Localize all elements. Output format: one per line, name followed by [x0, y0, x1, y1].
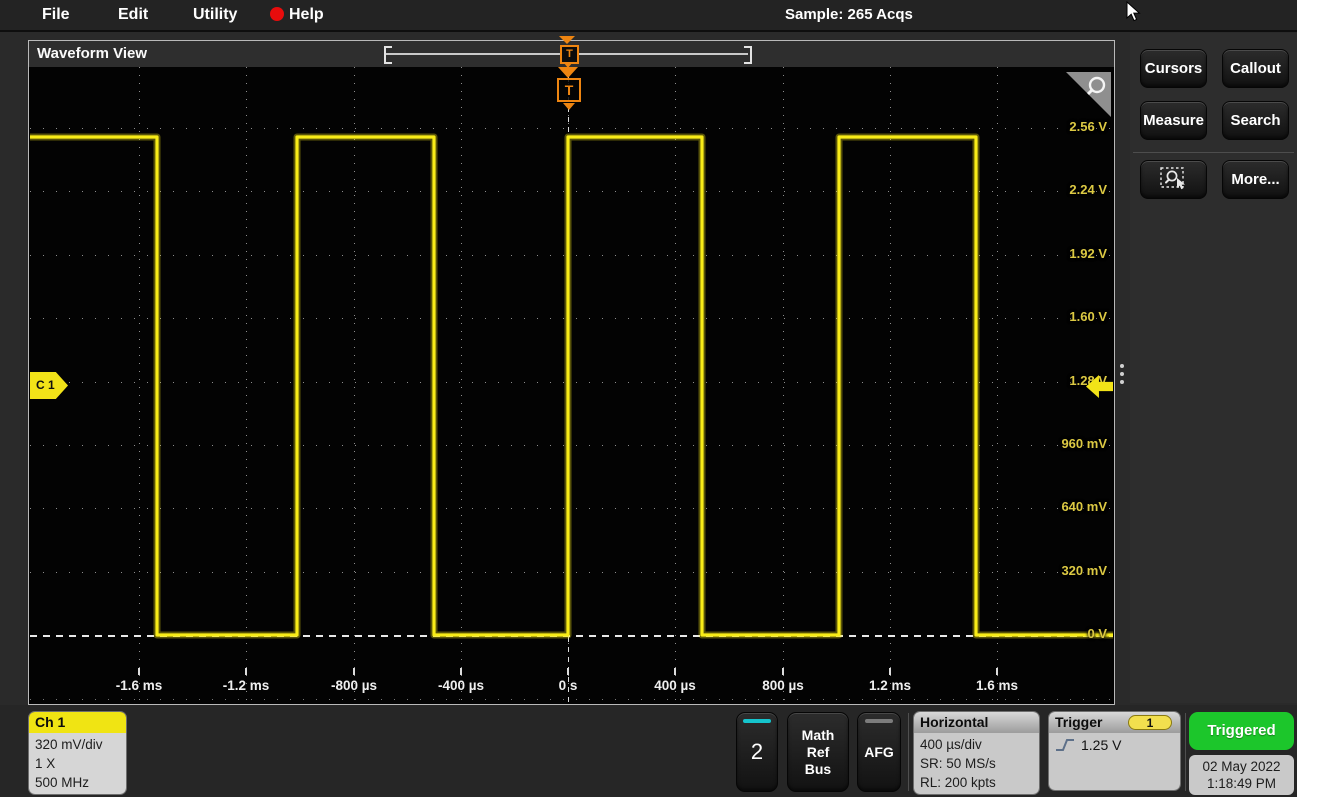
- panel-splitter-handle[interactable]: [1117, 360, 1127, 396]
- time-axis-label: 1.6 ms: [952, 678, 1042, 693]
- trigger-flag-label: T: [565, 82, 574, 98]
- channel1-waveform-trace: [30, 67, 1113, 704]
- trigger-badge-title: Trigger: [1055, 714, 1102, 730]
- horizontal-badge[interactable]: Horizontal 400 µs/div SR: 50 MS/s RL: 20…: [913, 711, 1040, 795]
- time-axis-tick: [996, 668, 998, 675]
- time-axis-label: 800 µs: [738, 678, 828, 693]
- channel1-bandwidth: 500 MHz: [35, 773, 120, 792]
- horizontal-sample-rate: SR: 50 MS/s: [920, 754, 1033, 773]
- menu-edit[interactable]: Edit: [118, 0, 148, 30]
- voltage-axis-label: 960 mV: [1027, 436, 1107, 451]
- menu-bar: File Edit Utility Help Sample: 265 Acqs: [0, 0, 1297, 32]
- channel1-badge-title: Ch 1: [29, 712, 126, 733]
- afg-accent-bar: [865, 719, 893, 723]
- rising-edge-icon: [1055, 737, 1075, 753]
- horizontal-badge-title: Horizontal: [914, 712, 1039, 733]
- trigger-flag-triangle-icon: [558, 67, 578, 78]
- datetime-badge: 02 May 2022 1:18:49 PM: [1189, 755, 1294, 795]
- channel1-badge[interactable]: Ch 1 320 mV/div 1 X 500 MHz: [28, 711, 127, 795]
- voltage-axis-label: 0 V: [1027, 626, 1107, 641]
- mouse-cursor: [1126, 1, 1142, 23]
- date-label: 02 May 2022: [1202, 758, 1280, 775]
- channel1-probe: 1 X: [35, 754, 120, 773]
- menu-help-label: Help: [289, 6, 324, 23]
- math-label: Math: [802, 727, 835, 744]
- trigger-position-indicator-label: T: [566, 48, 573, 60]
- channel2-button-label: 2: [751, 739, 763, 765]
- voltage-axis-label: 2.24 V: [1027, 182, 1107, 197]
- time-label: 1:18:49 PM: [1207, 775, 1276, 792]
- ref-label: Ref: [807, 744, 830, 761]
- trigger-badge[interactable]: Trigger 1 1.25 V: [1048, 711, 1181, 791]
- time-axis-label: -400 µs: [416, 678, 506, 693]
- search-button[interactable]: Search: [1222, 101, 1289, 140]
- trigger-level-value: 1.25 V: [1081, 737, 1121, 753]
- trigger-flag-tail-icon: [563, 103, 575, 110]
- settings-bar: Ch 1 320 mV/div 1 X 500 MHz 2 Math Ref B…: [0, 705, 1297, 797]
- time-axis-tick: [782, 668, 784, 675]
- acquisition-sample-status: Sample: 265 Acqs: [785, 0, 913, 30]
- afg-button-label: AFG: [864, 744, 894, 760]
- time-axis-tick: [245, 668, 247, 675]
- time-axis-label: -800 µs: [309, 678, 399, 693]
- menu-utility[interactable]: Utility: [193, 0, 237, 30]
- voltage-axis-label: 640 mV: [1027, 499, 1107, 514]
- waveform-view-panel: Waveform View T -1.6 ms -1.2 ms -800 µs -40…: [28, 40, 1115, 705]
- cursors-button[interactable]: Cursors: [1140, 49, 1207, 88]
- time-axis-tick: [674, 668, 676, 675]
- menu-file[interactable]: File: [42, 0, 70, 30]
- waveform-plot-area[interactable]: -1.6 ms -1.2 ms -800 µs -400 µs 0 s 400 µs 800…: [30, 67, 1113, 704]
- channel2-accent-bar: [743, 719, 771, 723]
- trigger-source-pill: 1: [1128, 715, 1172, 730]
- math-ref-bus-button[interactable]: Math Ref Bus: [787, 712, 849, 792]
- more-button[interactable]: More...: [1222, 160, 1289, 199]
- time-axis-tick: [353, 668, 355, 675]
- time-axis-tick: [567, 668, 569, 675]
- trigger-position-triangle-icon: [559, 36, 575, 44]
- screen: File Edit Utility Help Sample: 265 Acqs …: [0, 0, 1330, 808]
- waveform-view-header: Waveform View T: [29, 41, 1114, 67]
- menu-help[interactable]: Help: [270, 0, 324, 30]
- bar-divider: [908, 713, 909, 791]
- bar-divider: [1185, 713, 1186, 791]
- time-axis-label: 0 s: [523, 678, 613, 693]
- time-axis-tick: [460, 668, 462, 675]
- horizontal-scale: 400 µs/div: [920, 735, 1033, 754]
- oscilloscope-app: File Edit Utility Help Sample: 265 Acqs …: [0, 0, 1297, 797]
- record-view-left-bracket-icon: [384, 46, 392, 64]
- trigger-position-indicator[interactable]: T: [560, 45, 579, 64]
- afg-button[interactable]: AFG: [857, 712, 901, 792]
- toolbar-divider: [1133, 152, 1294, 153]
- channel2-button[interactable]: 2: [736, 712, 778, 792]
- voltage-axis-label: 320 mV: [1027, 563, 1107, 578]
- channel1-scale: 320 mV/div: [35, 735, 120, 754]
- record-dot-icon: [270, 7, 284, 21]
- trigger-flag[interactable]: T: [557, 78, 581, 102]
- bus-label: Bus: [805, 761, 831, 778]
- time-axis-label: 1.2 ms: [845, 678, 935, 693]
- record-view-right-bracket-icon: [744, 46, 752, 64]
- voltage-axis-label: 1.60 V: [1027, 309, 1107, 324]
- voltage-axis-label: 1.92 V: [1027, 246, 1107, 261]
- zoom-select-icon: [1159, 166, 1189, 190]
- measure-button[interactable]: Measure: [1140, 101, 1207, 140]
- time-axis-tick: [138, 668, 140, 675]
- callout-button[interactable]: Callout: [1222, 49, 1289, 88]
- voltage-axis-label: 2.56 V: [1027, 119, 1107, 134]
- time-axis-label: -1.6 ms: [94, 678, 184, 693]
- zoom-mode-button[interactable]: [1140, 160, 1207, 199]
- horizontal-record-length: RL: 200 kpts: [920, 773, 1033, 792]
- trigger-status-badge: Triggered: [1189, 712, 1294, 750]
- time-axis-label: -1.2 ms: [201, 678, 291, 693]
- time-axis-label: 400 µs: [630, 678, 720, 693]
- time-axis-tick: [889, 668, 891, 675]
- waveform-view-title: Waveform View: [37, 41, 147, 67]
- right-toolbar: Cursors Callout Measure Search More...: [1130, 33, 1297, 703]
